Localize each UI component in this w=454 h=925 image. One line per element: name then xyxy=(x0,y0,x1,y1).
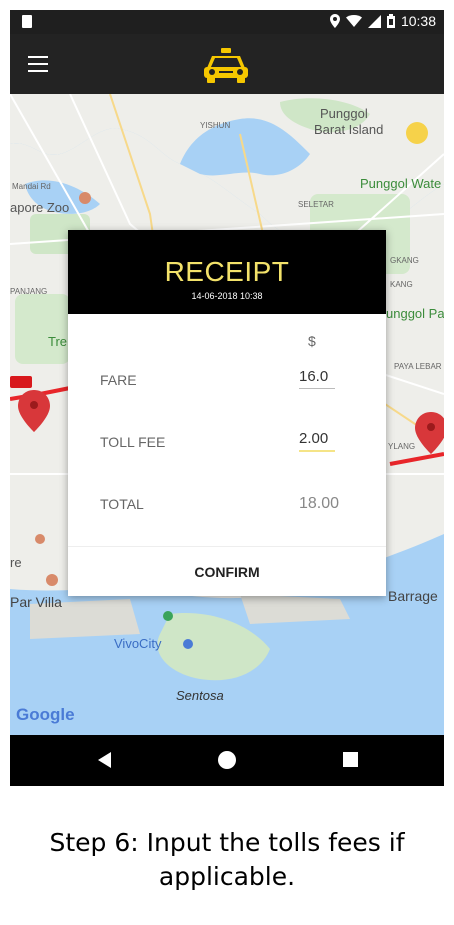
map-label-re: re xyxy=(10,555,22,570)
receipt-header: RECEIPT 14-06-2018 10:38 xyxy=(68,230,386,314)
map-label-seletar: SELETAR xyxy=(298,200,334,209)
signal-icon xyxy=(367,14,381,28)
toll-fee-label: TOLL FEE xyxy=(100,434,166,450)
taxi-icon xyxy=(204,48,248,83)
android-nav-bar xyxy=(10,735,444,786)
map-label-singapore-zoo: apore Zoo xyxy=(10,200,70,215)
back-icon[interactable] xyxy=(98,752,111,768)
caption-line-2: applicable. xyxy=(158,862,296,891)
map-label-vivocity: VivoCity xyxy=(114,636,162,651)
hamburger-menu-icon[interactable] xyxy=(28,56,48,72)
map-label-mandai: Mandai Rd xyxy=(12,182,51,191)
total-label: TOTAL xyxy=(100,496,144,512)
map-label-par-villa: Par Villa xyxy=(10,594,62,610)
map-label-punggol: Punggol xyxy=(320,106,368,121)
wifi-icon xyxy=(345,15,362,27)
map-label-barrage: Barrage xyxy=(388,588,438,604)
map-label-paya-lebar: PAYA LEBAR xyxy=(394,362,442,371)
map-label-ylang: YLANG xyxy=(388,442,416,451)
currency-symbol: $ xyxy=(308,333,316,349)
receipt-datetime: 14-06-2018 10:38 xyxy=(191,291,263,301)
map-label-sentosa: Sentosa xyxy=(176,688,224,703)
map-label-panjang: PANJANG xyxy=(10,287,48,296)
receipt-title: RECEIPT xyxy=(164,256,290,287)
map-label-barat-island: Barat Island xyxy=(314,122,384,137)
app-bar xyxy=(10,34,444,94)
location-icon xyxy=(329,14,340,28)
recent-apps-icon[interactable] xyxy=(343,752,358,767)
receipt-dialog: RECEIPT 14-06-2018 10:38 $ FARE 16.0 TOL… xyxy=(68,230,386,596)
fare-input[interactable]: 16.0 xyxy=(299,368,335,389)
total-value: 18.00 xyxy=(299,495,340,512)
map-label-punggol-waterway: Punggol Wate xyxy=(360,176,442,191)
map-label-punggol-park: unggol Pa xyxy=(386,306,444,321)
caption-line-1: Step 6: Input the tolls fees if xyxy=(49,828,405,857)
clock-time: 10:38 xyxy=(400,13,436,29)
home-icon[interactable] xyxy=(218,751,236,769)
map-label-kang: KANG xyxy=(390,280,413,289)
sim-icon xyxy=(22,15,32,28)
toll-fee-input[interactable]: 2.00 xyxy=(299,430,335,452)
google-logo: Google xyxy=(16,705,75,724)
status-bar: 10:38 xyxy=(10,10,444,34)
fare-label: FARE xyxy=(100,372,137,388)
battery-icon xyxy=(386,14,395,28)
map-label-tre: Tre xyxy=(48,334,68,349)
step-caption: Step 6: Input the tolls fees if applicab… xyxy=(0,826,454,894)
map-label-kangkar: GKANG xyxy=(390,256,419,265)
confirm-button[interactable]: CONFIRM xyxy=(68,546,386,596)
map-label-yishun: YISHUN xyxy=(200,121,231,130)
